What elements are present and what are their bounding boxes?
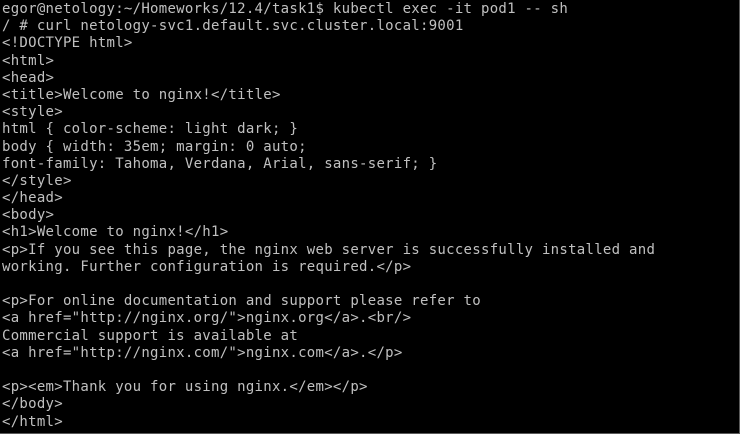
output-line: <a href="http://nginx.org/">nginx.org</a… [2, 310, 412, 327]
output-line: html { color-scheme: light dark; } [2, 121, 299, 138]
output-line: </html> [2, 413, 63, 430]
output-line: <!DOCTYPE html> [2, 35, 133, 52]
output-line: <style> [2, 104, 63, 121]
output-line: <title>Welcome to nginx!</title> [2, 86, 281, 103]
output-line: </body> [2, 396, 63, 413]
output-line: <p><em>Thank you for using nginx.</em></… [2, 379, 368, 396]
curl-command-line: / # curl netology-svc1.default.svc.clust… [2, 18, 464, 35]
output-line: working. Further configuration is requir… [2, 258, 412, 275]
output-line: <body> [2, 207, 55, 224]
output-line: body { width: 35em; margin: 0 auto; [2, 138, 307, 155]
output-line: </style> [2, 172, 72, 189]
shell-prompt-line: egor@netology:~/Homeworks/12.4/task1$ ku… [2, 1, 569, 17]
output-line: <html> [2, 52, 55, 69]
output-line: </head> [2, 190, 63, 207]
output-line: font-family: Tahoma, Verdana, Arial, san… [2, 155, 438, 172]
output-line: <p>If you see this page, the nginx web s… [2, 241, 656, 258]
output-line: <head> [2, 69, 55, 86]
output-line: Commercial support is available at [2, 327, 299, 344]
output-line: <a href="http://nginx.com/">nginx.com</a… [2, 344, 403, 361]
terminal-output: egor@netology:~/Homeworks/12.4/task1$ ku… [2, 1, 655, 431]
output-line: <p>For online documentation and support … [2, 293, 481, 310]
output-line: <h1>Welcome to nginx!</h1> [2, 224, 229, 241]
terminal-window[interactable]: egor@netology:~/Homeworks/12.4/task1$ ku… [0, 0, 740, 434]
